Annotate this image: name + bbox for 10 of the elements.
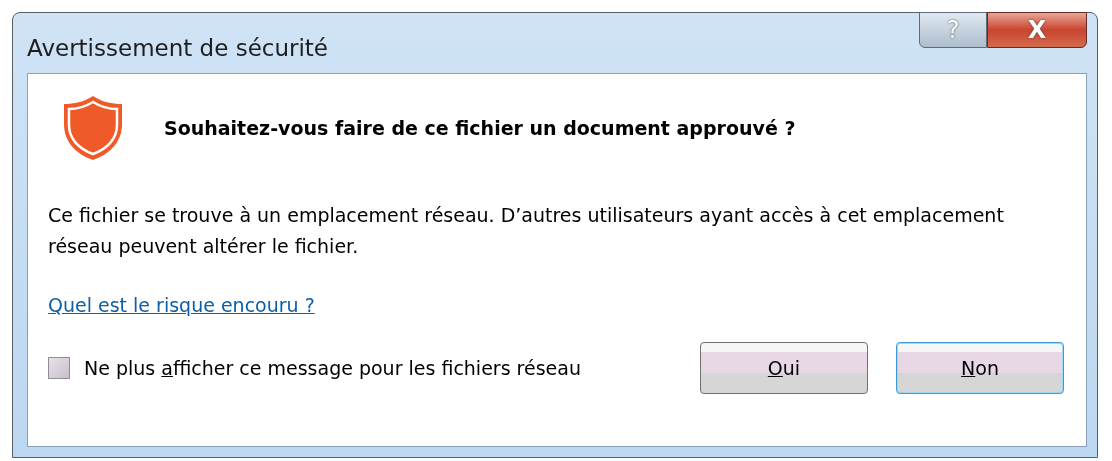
window-title: Avertissement de sécurité bbox=[27, 35, 329, 61]
risk-link[interactable]: Quel est le risque encouru ? bbox=[48, 294, 315, 316]
close-button[interactable]: X bbox=[987, 12, 1087, 48]
shield-icon bbox=[62, 94, 124, 162]
checkbox-label: Ne plus afficher ce message pour les fichiers réseau bbox=[84, 357, 581, 379]
dialog-button[interactable]: Oui bbox=[700, 342, 868, 394]
checkbox[interactable] bbox=[48, 357, 70, 379]
message-text: Ce fichier se trouve à un emplacement réseau. D’autres utilisateurs ayant accès à cet emplacement réseau peuvent altérer le fichier. bbox=[48, 203, 1005, 259]
dialog-button[interactable]: Non bbox=[896, 342, 1064, 394]
dialog-heading: Souhaitez-vous faire de ce fichier un document approuvé ? bbox=[164, 117, 796, 139]
